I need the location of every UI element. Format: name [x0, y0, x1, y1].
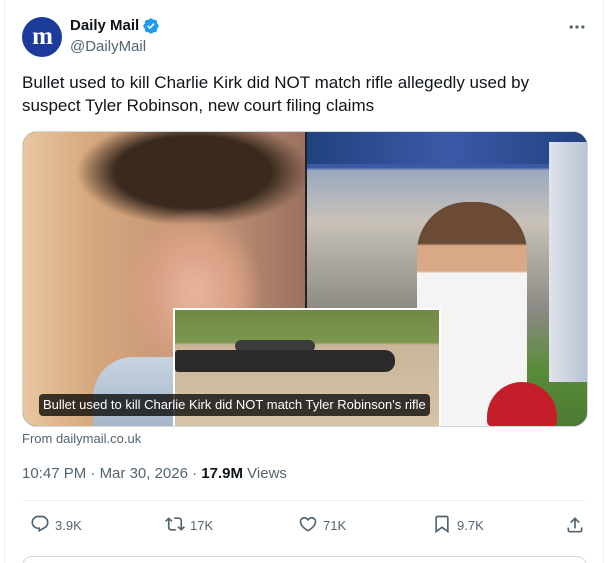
- reply-button[interactable]: 3.9K: [30, 512, 82, 538]
- link-source[interactable]: From dailymail.co.uk: [22, 431, 141, 447]
- author-name-row[interactable]: Daily Mail: [70, 16, 160, 36]
- reply-icon: [30, 514, 50, 537]
- photo-flag: [549, 142, 587, 382]
- media-link-card[interactable]: Bullet used to kill Charlie Kirk did NOT…: [22, 131, 588, 427]
- reply-count: 3.9K: [55, 517, 82, 533]
- repost-count: 17K: [190, 517, 214, 533]
- tweet-text: Bullet used to kill Charlie Kirk did NOT…: [22, 73, 530, 115]
- more-horizontal-icon[interactable]: [567, 17, 587, 37]
- rifle-body: [175, 350, 395, 372]
- author-handle[interactable]: @DailyMail: [70, 37, 160, 57]
- repost-button[interactable]: 17K: [165, 512, 213, 538]
- tweet-meta: 10:47 PM · Mar 30, 2026 · 17.9M Views: [22, 464, 287, 484]
- repost-icon: [165, 514, 185, 537]
- bookmark-count: 9.7K: [457, 517, 484, 533]
- meta-separator: ·: [90, 465, 96, 482]
- views-label: Views: [247, 465, 287, 482]
- views-count: 17.9M: [201, 465, 243, 482]
- photo-banner: [307, 132, 587, 164]
- tweet-date[interactable]: Mar 30, 2026: [100, 465, 188, 482]
- display-name[interactable]: Daily Mail: [70, 16, 139, 36]
- tweet-time[interactable]: 10:47 PM: [22, 465, 86, 482]
- action-bar: 3.9K 17K 71K 9.7K: [22, 512, 587, 538]
- share-icon[interactable]: [565, 515, 585, 535]
- media-caption: Bullet used to kill Charlie Kirk did NOT…: [39, 394, 430, 416]
- like-button[interactable]: 71K: [298, 512, 346, 538]
- avatar[interactable]: m: [22, 17, 62, 57]
- like-count: 71K: [323, 517, 347, 533]
- tweet-card: m Daily Mail @DailyMail Bullet used to k…: [4, 0, 604, 563]
- verified-badge-icon: [142, 17, 160, 35]
- reply-box-edge[interactable]: [22, 556, 587, 563]
- meta-separator: ·: [192, 465, 198, 482]
- heart-icon: [298, 514, 318, 537]
- bookmark-icon: [432, 514, 452, 537]
- author-info: Daily Mail @DailyMail: [70, 16, 160, 57]
- divider: [22, 500, 587, 501]
- tweet-header: m Daily Mail @DailyMail: [22, 15, 589, 59]
- bookmark-button[interactable]: 9.7K: [432, 512, 484, 538]
